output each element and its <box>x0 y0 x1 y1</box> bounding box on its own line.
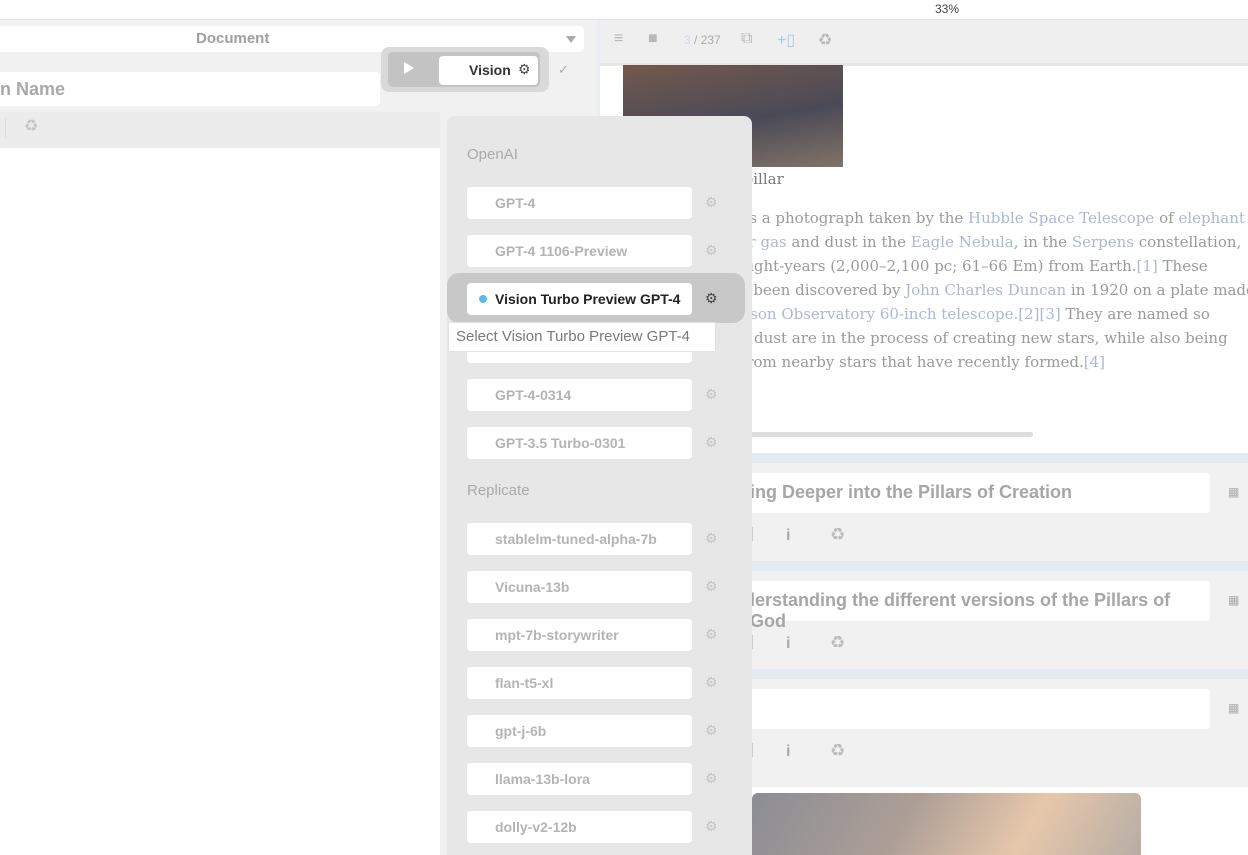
name-input[interactable]: n Name <box>0 72 380 106</box>
model-option[interactable]: GPT-3.5 Turbo-0301 <box>467 427 692 459</box>
link[interactable]: Vilson Observatory 60-inch telescope. <box>730 305 1018 323</box>
add-icon[interactable]: +▯ <box>777 30 795 50</box>
recycle-icon[interactable]: ♻ <box>830 633 845 653</box>
model-option[interactable]: dolly-v2-12b <box>467 811 692 843</box>
check-icon[interactable]: ✓ <box>558 62 569 78</box>
link[interactable]: [1] <box>1137 257 1158 275</box>
grid-icon[interactable]: ▦ <box>1228 593 1239 607</box>
paragraph-line: Vilson Observatory 60-inch telescope.[2]… <box>730 305 1210 323</box>
group-label: Replicate <box>467 482 530 499</box>
recycle-icon[interactable]: ♻ <box>24 116 38 136</box>
zoom-level: 33% <box>935 2 960 16</box>
model-option[interactable]: Vicuna-13b <box>467 571 692 603</box>
info-icon[interactable]: i <box>786 743 790 761</box>
grid-icon[interactable]: ▦ <box>1228 485 1239 499</box>
right-toolbar: ≡ ■ 3 / 237 ⧉ +▯ ♻ <box>600 20 1248 66</box>
link[interactable]: [2][3] <box>1018 305 1061 323</box>
model-option[interactable]: GPT-4-0314 <box>467 379 692 411</box>
gear-icon[interactable]: ⚙ <box>705 818 718 835</box>
section-title-input[interactable] <box>750 689 1210 729</box>
model-select-button[interactable]: Vision ⚙ <box>439 56 538 85</box>
model-option[interactable]: flan-t5-xl <box>467 667 692 699</box>
paragraph-line: 0 light-years (2,000–2,100 pc; 61–66 Em)… <box>730 257 1208 275</box>
model-option[interactable]: mpt-7b-storywriter <box>467 619 692 651</box>
group-label: OpenAI <box>467 146 518 163</box>
tooltip-text: Select Vision Turbo Preview GPT-4 <box>456 328 690 345</box>
link[interactable]: [4] <box>1084 353 1105 371</box>
left-toolbar: ♻ <box>0 112 440 148</box>
gear-icon[interactable]: ⚙ <box>705 242 718 259</box>
recycle-icon[interactable]: ♻ <box>830 525 845 545</box>
gear-icon[interactable]: ⚙ <box>705 386 718 403</box>
paragraph-line: t from nearby stars that have recently f… <box>730 353 1106 371</box>
paragraph-line: n is a photograph taken by the Hubble Sp… <box>730 209 1245 227</box>
link[interactable]: elephant <box>1178 209 1244 227</box>
page-indicator: 3 / 237 <box>684 33 721 47</box>
link[interactable]: Hubble Space Telescope <box>968 209 1154 227</box>
name-input-value: n Name <box>0 79 66 99</box>
gear-icon[interactable]: ⚙ <box>705 290 718 307</box>
recycle-icon[interactable]: ♻ <box>818 30 832 50</box>
paragraph-line: llar gas and dust in the Eagle Nebula, i… <box>730 233 1242 251</box>
link[interactable]: Serpens <box>1072 233 1134 251</box>
model-option[interactable]: GPT-4 1106-Preview <box>467 235 692 267</box>
image-icon[interactable]: ■ <box>648 30 658 48</box>
nebula-image <box>752 793 1141 855</box>
link[interactable]: John Charles Duncan <box>905 281 1066 299</box>
section-title-input[interactable]: lerstanding the different versions of th… <box>750 581 1210 631</box>
gear-icon[interactable]: ⚙ <box>705 578 718 595</box>
paragraph-line: ad been discovered by John Charles Dunca… <box>730 281 1248 299</box>
gear-icon[interactable]: ⚙ <box>705 674 718 691</box>
top-bar: 33% <box>0 0 1248 20</box>
link[interactable]: Eagle Nebula <box>911 233 1014 251</box>
info-icon[interactable]: i <box>786 527 790 545</box>
model-option[interactable]: GPT-4 <box>467 187 692 219</box>
gear-icon[interactable]: ⚙ <box>518 61 531 78</box>
horizontal-scrollbar[interactable] <box>730 432 1033 437</box>
gear-icon[interactable]: ⚙ <box>705 530 718 547</box>
model-option[interactable]: stablelm-tuned-alpha-7b <box>467 523 692 555</box>
grid-icon[interactable]: ▦ <box>1228 701 1239 715</box>
gear-icon[interactable]: ⚙ <box>705 722 718 739</box>
chevron-down-icon <box>566 36 576 43</box>
section-title-input[interactable]: ing Deeper into the Pillars of Creation <box>750 473 1210 513</box>
status-dot <box>479 295 487 303</box>
gear-icon[interactable]: ⚙ <box>705 434 718 451</box>
play-icon[interactable] <box>404 62 414 74</box>
model-dropdown: OpenAI GPT-4 ⚙ GPT-4 1106-Preview ⚙ Visi… <box>447 116 752 855</box>
gear-icon[interactable]: ⚙ <box>705 626 718 643</box>
tooltip: Select Vision Turbo Preview GPT-4 <box>448 322 716 352</box>
document-select-value: Document <box>196 30 270 47</box>
page-current: 3 <box>684 33 691 47</box>
gear-icon[interactable]: ⚙ <box>705 194 718 211</box>
recycle-icon[interactable]: ♻ <box>830 741 845 761</box>
page-total: / 237 <box>694 33 721 47</box>
menu-icon[interactable]: ≡ <box>614 30 623 48</box>
left-content-area <box>0 148 440 855</box>
gear-icon[interactable]: ⚙ <box>705 770 718 787</box>
model-select-label: Vision <box>469 62 511 78</box>
copy-icon[interactable]: ⧉ <box>741 30 752 48</box>
model-option[interactable]: gpt-j-6b <box>467 715 692 747</box>
model-option-selected[interactable]: Vision Turbo Preview GPT-4 <box>467 283 692 315</box>
divider <box>5 118 6 138</box>
info-icon[interactable]: i <box>786 635 790 653</box>
model-option[interactable]: llama-13b-lora <box>467 763 692 795</box>
paragraph-line: nd dust are in the process of creating n… <box>730 329 1228 347</box>
